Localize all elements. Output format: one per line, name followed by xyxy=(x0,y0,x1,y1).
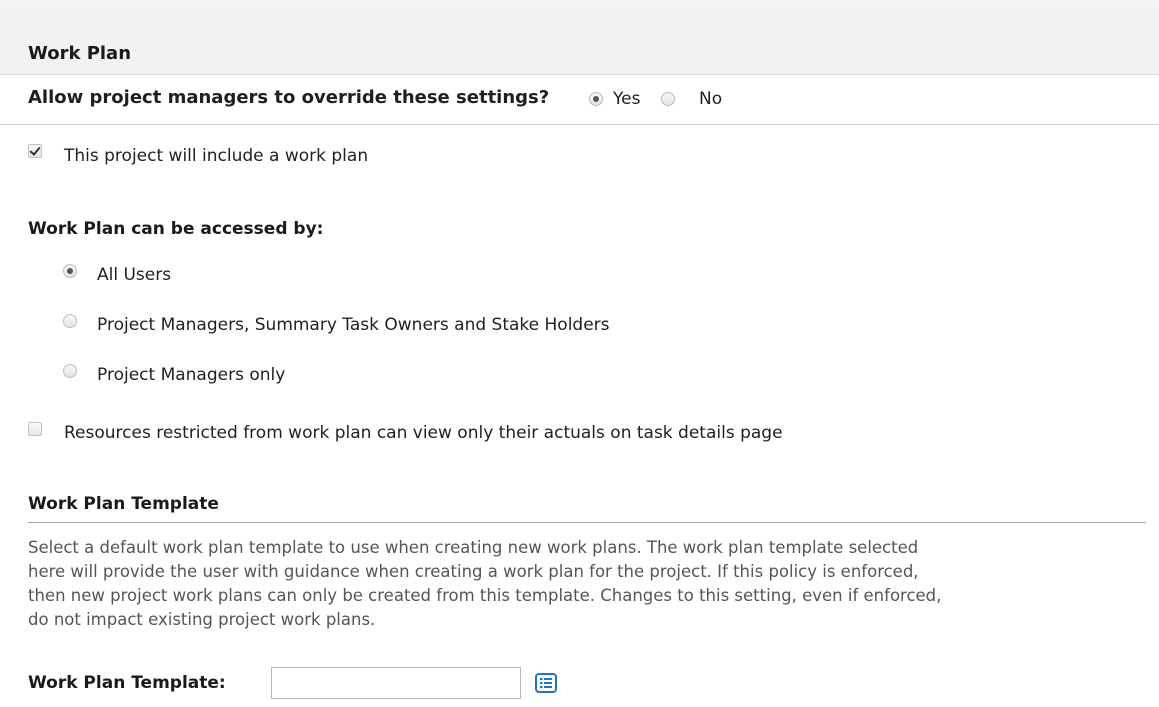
access-managers-only-radio[interactable] xyxy=(63,364,77,378)
override-yes-label[interactable]: Yes xyxy=(613,89,640,109)
override-label: Allow project managers to override these… xyxy=(28,87,550,108)
access-managers-only-label[interactable]: Project Managers only xyxy=(97,365,285,385)
access-all-users-label[interactable]: All Users xyxy=(97,265,171,285)
section-header: Work Plan xyxy=(0,10,1159,75)
include-work-plan-checkbox[interactable] xyxy=(28,144,42,158)
access-all-users-radio[interactable] xyxy=(63,264,77,278)
restricted-resources-checkbox[interactable] xyxy=(28,422,42,436)
override-row: Allow project managers to override these… xyxy=(0,74,1159,125)
top-shade xyxy=(0,0,1159,10)
access-managers-owners-stakeholders-label[interactable]: Project Managers, Summary Task Owners an… xyxy=(97,315,610,335)
access-heading: Work Plan can be accessed by: xyxy=(28,219,324,239)
override-no-radio[interactable] xyxy=(661,92,675,106)
restricted-resources-label[interactable]: Resources restricted from work plan can … xyxy=(64,423,783,443)
override-yes-radio[interactable] xyxy=(589,92,603,106)
section-title: Work Plan xyxy=(28,43,132,64)
template-divider xyxy=(28,522,1146,523)
work-plan-template-input[interactable] xyxy=(271,667,521,699)
override-no-label[interactable]: No xyxy=(699,89,722,109)
template-field-label: Work Plan Template: xyxy=(28,673,226,693)
include-work-plan-label[interactable]: This project will include a work plan xyxy=(64,146,368,166)
access-managers-owners-stakeholders-radio[interactable] xyxy=(63,314,77,328)
template-heading: Work Plan Template xyxy=(28,494,219,514)
list-icon[interactable] xyxy=(535,673,557,693)
template-description: Select a default work plan template to u… xyxy=(28,538,942,629)
